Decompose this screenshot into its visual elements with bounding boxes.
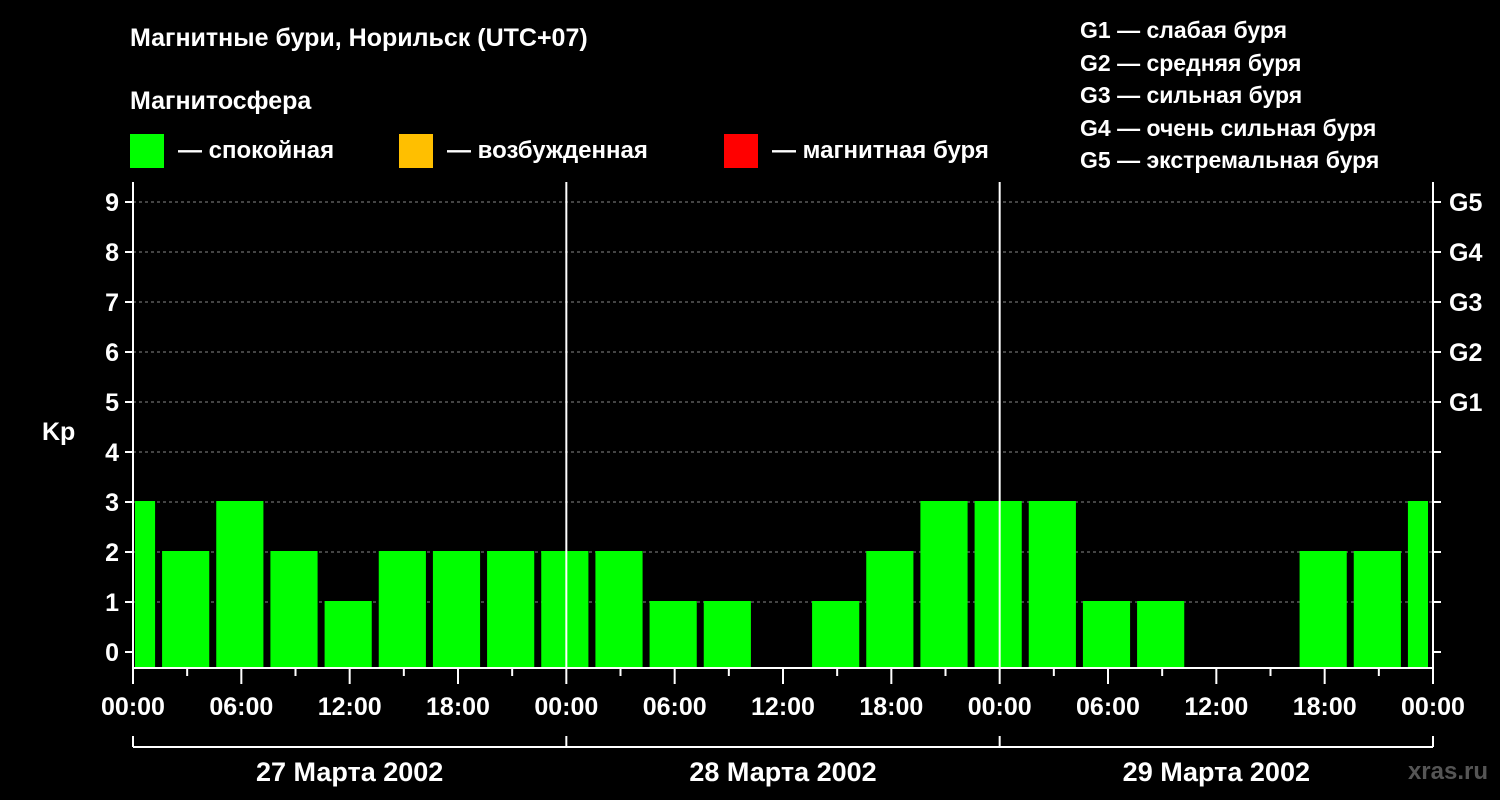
x-tick-label: 06:00 bbox=[209, 693, 273, 721]
x-tick-label: 00:00 bbox=[1401, 693, 1465, 721]
kp-bar bbox=[595, 551, 643, 668]
x-tick-label: 12:00 bbox=[751, 693, 815, 721]
x-tick-label: 00:00 bbox=[968, 693, 1032, 721]
kp-bar bbox=[1082, 601, 1131, 668]
y-tick-label: 6 bbox=[105, 339, 119, 367]
kp-bar bbox=[378, 551, 426, 668]
y-tick-label: 7 bbox=[105, 289, 119, 317]
kp-bar bbox=[1407, 501, 1428, 668]
g-tick-label: G2 bbox=[1449, 339, 1482, 367]
kp-bar bbox=[1299, 551, 1347, 668]
x-tick-label: 18:00 bbox=[859, 693, 923, 721]
g-tick-label: G3 bbox=[1449, 289, 1482, 317]
y-tick-label: 4 bbox=[105, 439, 119, 467]
grid-lines bbox=[133, 201, 1433, 603]
x-tick-label: 06:00 bbox=[643, 693, 707, 721]
x-tick-label: 00:00 bbox=[101, 693, 165, 721]
watermark: xras.ru bbox=[1407, 758, 1488, 785]
g-tick-label: G1 bbox=[1449, 389, 1482, 417]
day-label: 27 Марта 2002 bbox=[256, 757, 443, 787]
kp-bar bbox=[1137, 601, 1185, 668]
axis-labels: 0 1 2 3 4 5 6 7 8 9 G1 G2 G3 G4 G5 Kp 00:00 06:00 12:00 18:… bbox=[42, 189, 1482, 787]
day-label: 29 Марта 2002 bbox=[1123, 757, 1310, 787]
x-tick-label: 00:00 bbox=[534, 693, 598, 721]
kp-bar bbox=[216, 501, 264, 668]
x-tick-label: 06:00 bbox=[1076, 693, 1140, 721]
y-axis-label: Kp bbox=[42, 418, 75, 446]
y-tick-label: 5 bbox=[105, 389, 119, 417]
kp-bar bbox=[135, 501, 156, 668]
kp-bar bbox=[270, 551, 318, 668]
y-tick-label: 2 bbox=[105, 539, 119, 567]
kp-bar bbox=[324, 601, 372, 668]
kp-bar bbox=[974, 501, 1022, 668]
y-tick-label: 8 bbox=[105, 239, 119, 267]
kp-bar bbox=[703, 601, 751, 668]
x-tick-label: 18:00 bbox=[1293, 693, 1357, 721]
kp-bar bbox=[162, 551, 210, 668]
kp-bar bbox=[866, 551, 914, 668]
g-tick-label: G5 bbox=[1449, 189, 1482, 217]
kp-bar bbox=[649, 601, 697, 668]
axes bbox=[125, 182, 1441, 748]
y-tick-label: 3 bbox=[105, 489, 119, 517]
kp-bar-chart: 0 1 2 3 4 5 6 7 8 9 G1 G2 G3 G4 G5 Kp 00:00 06:00 12:00 18:… bbox=[42, 182, 1482, 787]
kp-bar bbox=[920, 501, 968, 668]
kp-bar bbox=[487, 551, 535, 668]
y-tick-label: 1 bbox=[105, 589, 119, 617]
x-tick-label: 12:00 bbox=[1184, 693, 1248, 721]
day-label: 28 Марта 2002 bbox=[689, 757, 876, 787]
kp-bar bbox=[1028, 501, 1076, 668]
bars bbox=[135, 501, 1428, 668]
y-tick-label: 0 bbox=[105, 639, 119, 667]
kp-bar bbox=[541, 551, 589, 668]
g-tick-label: G4 bbox=[1449, 239, 1482, 267]
x-tick-label: 18:00 bbox=[426, 693, 490, 721]
kp-bar bbox=[812, 601, 860, 668]
kp-bar bbox=[432, 551, 481, 668]
kp-bar bbox=[1353, 551, 1401, 668]
x-tick-label: 12:00 bbox=[318, 693, 382, 721]
y-tick-label: 9 bbox=[105, 189, 119, 217]
